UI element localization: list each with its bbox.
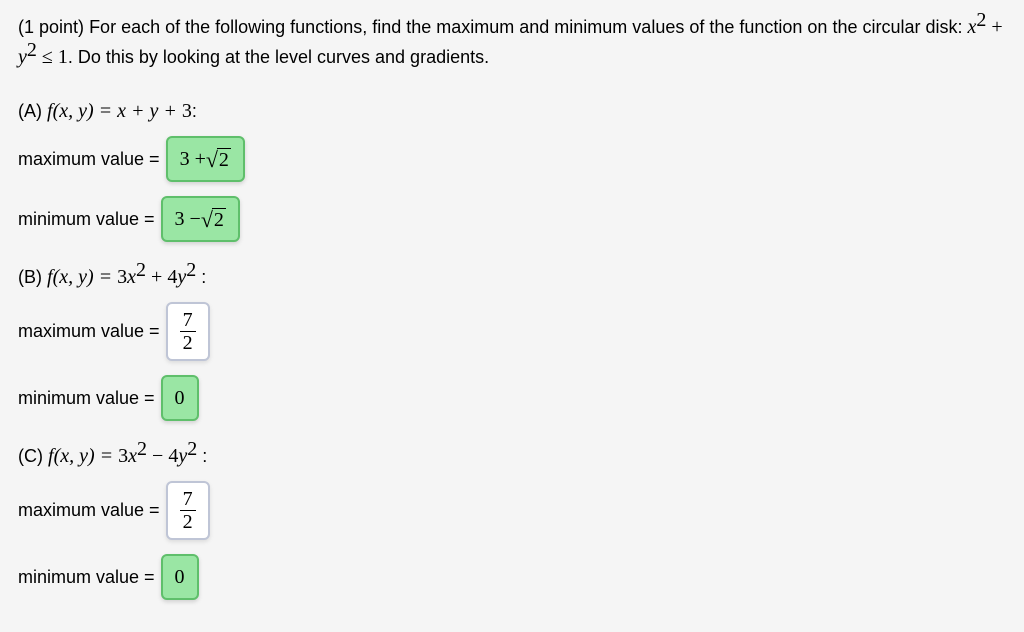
intro-text-2: . Do this by looking at the level curves… bbox=[68, 47, 489, 67]
part-c-coef2: 4 bbox=[168, 445, 178, 467]
part-b-coef1: 3 bbox=[117, 266, 127, 288]
part-b-exp2: 2 bbox=[186, 259, 196, 281]
part-c-min-val: 0 bbox=[175, 562, 185, 592]
part-c-var1: x bbox=[128, 445, 137, 467]
problem-intro: (1 point) For each of the following func… bbox=[18, 12, 1006, 72]
part-b-min-answer[interactable]: 0 bbox=[161, 375, 199, 421]
part-a: (A) f(x, y) = x + y + 3: maximum value =… bbox=[18, 96, 1006, 242]
intro-text-1: For each of the following functions, fin… bbox=[89, 17, 962, 37]
part-c-max-den: 2 bbox=[180, 510, 196, 532]
part-c-op: − bbox=[147, 445, 168, 467]
part-b-min-label: minimum value = bbox=[18, 385, 155, 412]
part-a-prefix: (A) bbox=[18, 101, 47, 121]
part-c-args-pre: (x, y) = bbox=[54, 445, 119, 467]
part-a-min-sqrt-arg: 2 bbox=[212, 208, 226, 231]
part-a-max-answer[interactable]: 3 + √2 bbox=[166, 136, 245, 182]
part-a-max-row: maximum value = 3 + √2 bbox=[18, 136, 1006, 182]
part-a-max-label: maximum value = bbox=[18, 146, 160, 173]
part-b-op: + bbox=[146, 266, 167, 288]
constraint-plus: + bbox=[986, 16, 1002, 38]
part-c-exp2: 2 bbox=[187, 438, 197, 460]
constraint-y: y bbox=[18, 46, 27, 68]
part-a-min-prefix: 3 − bbox=[175, 204, 201, 234]
part-b-coef2: 4 bbox=[167, 266, 177, 288]
part-b-min-row: minimum value = 0 bbox=[18, 375, 1006, 421]
part-a-max-sqrt-arg: 2 bbox=[217, 148, 231, 171]
part-b-args-pre: (x, y) = bbox=[53, 266, 118, 288]
part-c-colon: : bbox=[197, 446, 207, 466]
part-b-var2: y bbox=[177, 266, 186, 288]
part-c-function: (C) f(x, y) = 3x2 − 4y2 : bbox=[18, 441, 1006, 471]
constraint-op: ≤ bbox=[37, 46, 58, 68]
part-a-min-row: minimum value = 3 − √2 bbox=[18, 196, 1006, 242]
part-c-max-row: maximum value = 7 2 bbox=[18, 481, 1006, 540]
part-b-colon: : bbox=[196, 267, 206, 287]
sqrt-icon: √2 bbox=[201, 208, 226, 231]
part-a-colon: : bbox=[192, 101, 197, 121]
part-a-min-label: minimum value = bbox=[18, 206, 155, 233]
part-b: (B) f(x, y) = 3x2 + 4y2 : maximum value … bbox=[18, 262, 1006, 421]
points-badge: (1 point) bbox=[18, 17, 84, 37]
part-c-coef1: 3 bbox=[118, 445, 128, 467]
part-a-args: (x, y) = x + y + bbox=[53, 100, 182, 122]
part-c-var2: y bbox=[178, 445, 187, 467]
part-b-var1: x bbox=[127, 266, 136, 288]
part-b-min-val: 0 bbox=[175, 383, 185, 413]
constraint-x-exp: 2 bbox=[976, 9, 986, 31]
part-c-prefix: (C) bbox=[18, 446, 48, 466]
constraint-rhs: 1 bbox=[58, 46, 68, 68]
part-b-prefix: (B) bbox=[18, 267, 47, 287]
part-c-max-label: maximum value = bbox=[18, 497, 160, 524]
part-a-min-answer[interactable]: 3 − √2 bbox=[161, 196, 240, 242]
sqrt-icon: √2 bbox=[206, 148, 231, 171]
part-b-max-row: maximum value = 7 2 bbox=[18, 302, 1006, 361]
part-b-function: (B) f(x, y) = 3x2 + 4y2 : bbox=[18, 262, 1006, 292]
constraint-y-exp: 2 bbox=[27, 39, 37, 61]
fraction-icon: 7 2 bbox=[180, 310, 196, 353]
part-c-min-answer[interactable]: 0 bbox=[161, 554, 199, 600]
part-a-function: (A) f(x, y) = x + y + 3: bbox=[18, 96, 1006, 126]
part-c-exp1: 2 bbox=[137, 438, 147, 460]
part-b-max-den: 2 bbox=[180, 331, 196, 353]
part-c-min-label: minimum value = bbox=[18, 564, 155, 591]
part-c-max-answer[interactable]: 7 2 bbox=[166, 481, 210, 540]
part-c: (C) f(x, y) = 3x2 − 4y2 : maximum value … bbox=[18, 441, 1006, 600]
part-b-max-answer[interactable]: 7 2 bbox=[166, 302, 210, 361]
part-c-min-row: minimum value = 0 bbox=[18, 554, 1006, 600]
part-b-exp1: 2 bbox=[136, 259, 146, 281]
part-a-const: 3 bbox=[182, 100, 192, 122]
part-b-max-num: 7 bbox=[180, 310, 196, 331]
part-a-max-prefix: 3 + bbox=[180, 144, 206, 174]
fraction-icon: 7 2 bbox=[180, 489, 196, 532]
part-c-max-num: 7 bbox=[180, 489, 196, 510]
part-b-max-label: maximum value = bbox=[18, 318, 160, 345]
